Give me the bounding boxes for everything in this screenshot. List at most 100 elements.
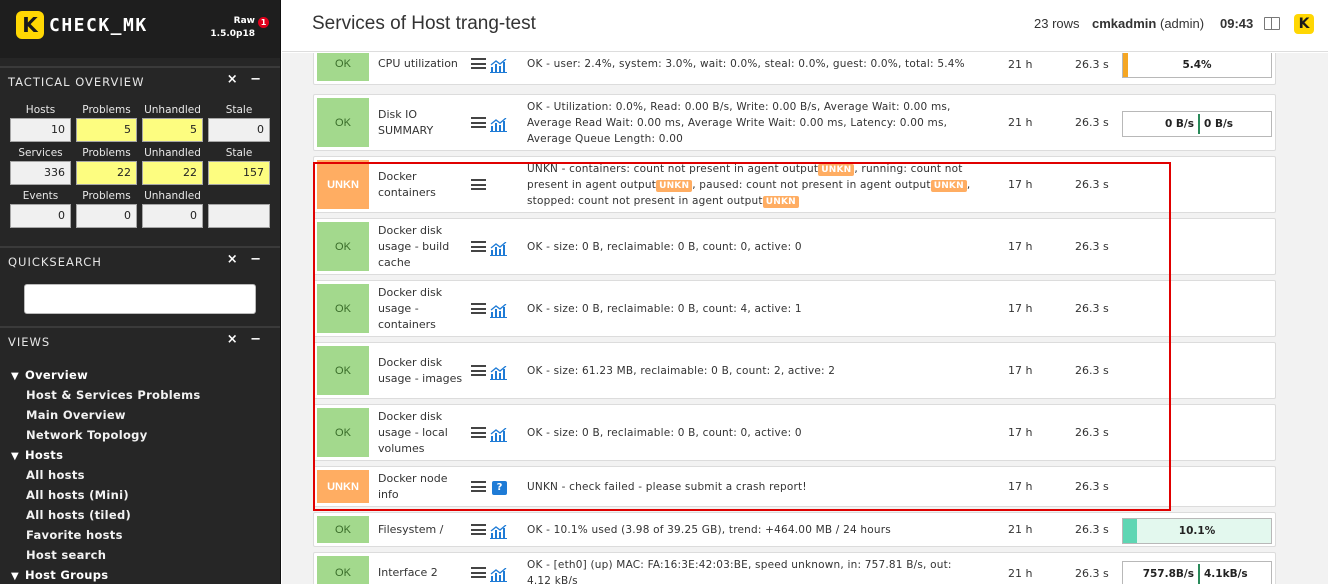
username[interactable]: cmkadmin [1092,16,1156,31]
menu-icon[interactable] [471,427,486,438]
book-icon[interactable] [1264,17,1280,30]
views-folder[interactable]: ▼ Overview [11,368,88,382]
views-link[interactable]: Main Overview [26,408,126,422]
service-name[interactable]: Docker containers [378,157,463,212]
graph-icon[interactable] [490,58,507,73]
service-output: OK - size: 0 B, reclaimable: 0 B, count:… [527,426,802,439]
snapin-title[interactable]: QUICKSEARCH [8,255,102,269]
snapin-controls[interactable]: × − [227,72,265,87]
state-badge[interactable]: OK [317,284,369,333]
views-link[interactable]: Favorite hosts [26,528,123,542]
menu-icon[interactable] [471,365,486,376]
menu-icon[interactable] [471,179,486,190]
tactical-value[interactable]: 0 [142,204,203,228]
tactical-value[interactable]: 22 [142,161,203,185]
snapin-title[interactable]: VIEWS [8,335,50,349]
service-output: OK - 10.1% used (3.98 of 39.25 GB), tren… [527,523,891,536]
services-table: OK CPU utilization OK - user: 2.4%, system… [282,53,1328,584]
tactical-header: Problems [82,104,131,116]
snapin-title[interactable]: TACTICAL OVERVIEW [8,75,144,89]
tactical-value[interactable]: 22 [76,161,137,185]
service-name[interactable]: Docker disk usage - images [378,343,463,398]
triangle-down-icon[interactable]: ▼ [11,571,25,582]
perfometer-divider [1198,564,1200,584]
state-badge[interactable]: OK [317,516,369,543]
state-badge[interactable]: OK [317,408,369,457]
tactical-overview-snapin: TACTICAL OVERVIEW × − Hosts 10 Problems 5 Un… [0,66,280,238]
views-link[interactable]: Host search [26,548,106,562]
menu-icon[interactable] [471,58,486,69]
tactical-value[interactable]: 336 [10,161,71,185]
perfometer[interactable]: 0 B/s 0 B/s [1122,111,1272,137]
views-item-label: Main Overview [26,408,126,422]
service-name[interactable]: Disk IO SUMMARY [378,95,463,150]
tactical-value[interactable]: 5 [76,118,137,142]
menu-icon[interactable] [471,567,486,578]
triangle-down-icon[interactable]: ▼ [11,371,25,382]
views-link[interactable]: All hosts (Mini) [26,488,129,502]
perfometer[interactable]: 10.1% [1122,518,1272,544]
state-badge[interactable]: OK [317,346,369,395]
menu-icon[interactable] [471,481,486,492]
state-badge[interactable]: OK [317,53,369,81]
checkmk-small-logo-icon[interactable]: K [1294,14,1314,34]
tactical-value[interactable]: 10 [10,118,71,142]
graph-icon[interactable] [490,524,507,539]
state-badge[interactable]: UNKN [317,470,369,503]
views-folder[interactable]: ▼ Host Groups [11,568,108,582]
service-row: OK Docker disk usage - local volumes OK - … [313,404,1276,461]
views-link[interactable]: Host & Services Problems [26,388,201,402]
triangle-down-icon[interactable]: ▼ [11,451,25,462]
service-name[interactable]: Filesystem / [378,513,463,546]
perfometer[interactable]: 5.4% [1122,53,1272,78]
snapin-controls[interactable]: × − [227,252,265,267]
menu-icon[interactable] [471,241,486,252]
views-link[interactable]: Network Topology [26,428,148,442]
graph-icon[interactable] [490,303,507,318]
service-age: 17 h [1008,178,1033,191]
views-link[interactable]: All hosts [26,468,85,482]
service-name[interactable]: CPU utilization [378,53,463,84]
checkmk-logo-icon[interactable]: K [16,11,44,39]
tactical-value[interactable] [208,204,270,228]
service-name[interactable]: Interface 2 [378,553,463,584]
views-link[interactable]: All hosts (tiled) [26,508,131,522]
graph-icon[interactable] [490,567,507,582]
service-row: OK CPU utilization OK - user: 2.4%, system… [313,53,1276,85]
menu-icon[interactable] [471,303,486,314]
last-check: 26.3 s [1075,426,1109,439]
views-item-label: All hosts (Mini) [26,488,129,502]
last-check: 26.3 s [1075,116,1109,129]
service-name[interactable]: Docker node info [378,467,463,506]
snapin-controls[interactable]: × − [227,332,265,347]
perfometer-right-label: 4.1kB/s [1204,568,1248,580]
graph-icon[interactable] [490,427,507,442]
tactical-value[interactable]: 0 [10,204,71,228]
notification-badge[interactable]: 1 [258,17,269,28]
graph-icon[interactable] [490,117,507,132]
menu-icon[interactable] [471,117,486,128]
help-icon[interactable]: ? [492,481,507,495]
service-name[interactable]: Docker disk usage - containers [378,281,463,336]
graph-icon[interactable] [490,241,507,256]
menu-icon[interactable] [471,524,486,535]
state-badge[interactable]: OK [317,222,369,271]
quicksearch-input[interactable] [24,284,256,314]
logo-area[interactable]: K CHECK_MK Raw 1.5.0p18 1 [0,0,280,58]
tactical-value[interactable]: 0 [208,118,270,142]
service-name[interactable]: Docker disk usage - local volumes [378,405,463,460]
tactical-value[interactable]: 157 [208,161,270,185]
tactical-header: Stale [225,147,253,159]
graph-icon[interactable] [490,365,507,380]
state-badge[interactable]: OK [317,556,369,584]
tactical-value[interactable]: 0 [76,204,137,228]
service-age: 21 h [1008,566,1033,580]
views-folder[interactable]: ▼ Hosts [11,448,63,462]
brand-name[interactable]: CHECK_MK [49,15,148,36]
state-badge[interactable]: UNKN [317,160,369,209]
views-item-label: Favorite hosts [26,528,123,542]
tactical-value[interactable]: 5 [142,118,203,142]
perfometer[interactable]: 757.8B/s 4.1kB/s [1122,561,1272,584]
service-name[interactable]: Docker disk usage - build cache [378,219,463,274]
state-badge[interactable]: OK [317,98,369,147]
